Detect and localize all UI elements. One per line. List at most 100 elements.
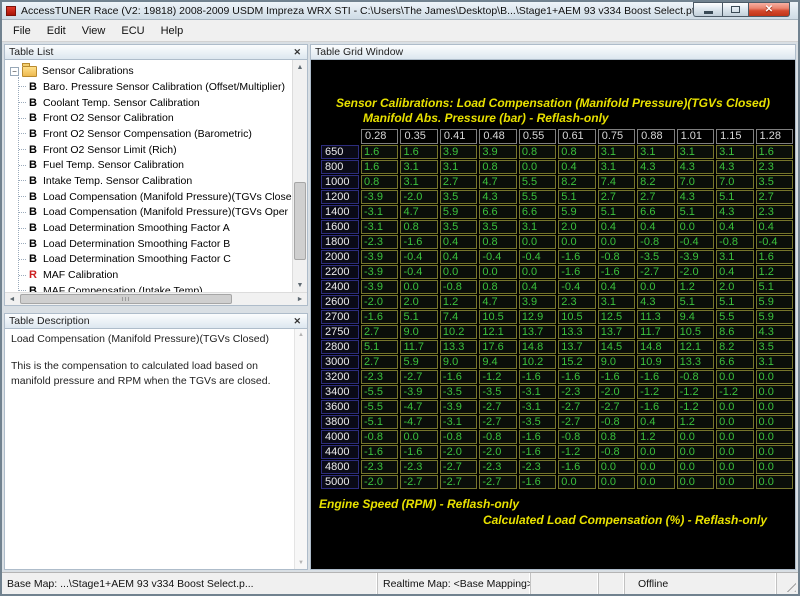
grid-row-header[interactable]: 3400: [321, 385, 359, 399]
grid-cell[interactable]: 3.1: [716, 250, 754, 264]
grid-cell[interactable]: 2.0: [400, 295, 438, 309]
scroll-left-icon[interactable]: ◄: [5, 293, 19, 305]
grid-cell[interactable]: 0.0: [558, 475, 596, 489]
grid-cell[interactable]: 3.5: [439, 190, 478, 204]
grid-cell[interactable]: -0.8: [361, 430, 399, 444]
grid-column-header[interactable]: 0.88: [637, 129, 675, 144]
grid-cell[interactable]: -1.6: [518, 430, 557, 444]
grid-cell[interactable]: -2.0: [479, 445, 517, 459]
grid-cell[interactable]: 3.1: [637, 145, 675, 159]
grid-cell[interactable]: -2.0: [439, 445, 478, 459]
grid-cell[interactable]: 12.1: [676, 340, 715, 354]
vertical-scroll-thumb[interactable]: [294, 182, 306, 260]
grid-cell[interactable]: 0.0: [716, 370, 754, 384]
grid-cell[interactable]: -3.1: [518, 385, 557, 399]
grid-cell[interactable]: 3.1: [597, 145, 636, 159]
grid-cell[interactable]: -0.8: [479, 430, 517, 444]
grid-cell[interactable]: 4.7: [479, 295, 517, 309]
grid-row-header[interactable]: 1200: [321, 190, 359, 204]
grid-cell[interactable]: -5.5: [361, 400, 399, 414]
grid-cell[interactable]: 4.7: [479, 175, 517, 189]
grid-cell[interactable]: 0.0: [716, 415, 754, 429]
grid-cell[interactable]: 0.0: [755, 475, 793, 489]
menu-item-view[interactable]: View: [74, 22, 114, 40]
grid-cell[interactable]: -1.6: [518, 370, 557, 384]
grid-cell[interactable]: 5.1: [716, 190, 754, 204]
grid-cell[interactable]: 3.5: [755, 175, 793, 189]
tree-item[interactable]: B MAF Compensation (Intake Temp): [14, 283, 292, 292]
grid-cell[interactable]: -2.3: [400, 460, 438, 474]
grid-cell[interactable]: 0.0: [716, 475, 754, 489]
grid-cell[interactable]: 0.0: [637, 475, 675, 489]
scroll-up-icon[interactable]: ▲: [295, 329, 307, 341]
grid-cell[interactable]: 6.6: [479, 205, 517, 219]
grid-cell[interactable]: 7.4: [597, 175, 636, 189]
tree-item[interactable]: B Load Determination Smoothing Factor B: [14, 236, 292, 252]
grid-cell[interactable]: -1.6: [518, 445, 557, 459]
grid-cell[interactable]: 3.1: [597, 160, 636, 174]
grid-cell[interactable]: 2.3: [755, 160, 793, 174]
grid-cell[interactable]: 10.2: [518, 355, 557, 369]
tree-item[interactable]: B Load Determination Smoothing Factor C: [14, 252, 292, 268]
grid-column-header[interactable]: 1.15: [716, 129, 754, 144]
grid-cell[interactable]: 0.8: [400, 220, 438, 234]
grid-cell[interactable]: -1.2: [479, 370, 517, 384]
grid-cell[interactable]: 7.0: [716, 175, 754, 189]
tree-vertical-scrollbar[interactable]: ▲ ▼: [292, 60, 307, 292]
grid-cell[interactable]: 4.3: [716, 160, 754, 174]
tree-horizontal-scrollbar[interactable]: ◄ ►: [5, 292, 307, 305]
grid-cell[interactable]: 9.0: [597, 355, 636, 369]
grid-cell[interactable]: 7.0: [676, 175, 715, 189]
grid-cell[interactable]: -2.7: [479, 415, 517, 429]
grid-cell[interactable]: -2.0: [361, 475, 399, 489]
restore-button[interactable]: [722, 2, 749, 17]
grid-cell[interactable]: -1.6: [637, 400, 675, 414]
grid-cell[interactable]: -3.9: [439, 400, 478, 414]
grid-cell[interactable]: -3.5: [637, 250, 675, 264]
grid-cell[interactable]: 4.7: [400, 205, 438, 219]
grid-cell[interactable]: 0.0: [518, 235, 557, 249]
grid-cell[interactable]: -1.6: [361, 310, 399, 324]
grid-cell[interactable]: 0.0: [716, 400, 754, 414]
grid-cell[interactable]: 2.0: [716, 280, 754, 294]
grid-cell[interactable]: -2.3: [558, 385, 596, 399]
grid-cell[interactable]: -3.9: [361, 280, 399, 294]
tree-item[interactable]: B Fuel Temp. Sensor Calibration: [14, 157, 292, 173]
grid-cell[interactable]: -0.8: [439, 280, 478, 294]
grid-cell[interactable]: 0.8: [479, 160, 517, 174]
grid-cell[interactable]: 0.0: [755, 370, 793, 384]
scroll-up-icon[interactable]: ▲: [293, 60, 307, 74]
grid-cell[interactable]: 0.8: [597, 430, 636, 444]
grid-cell[interactable]: 10.5: [479, 310, 517, 324]
grid-cell[interactable]: -5.5: [361, 385, 399, 399]
grid-cell[interactable]: 12.1: [479, 325, 517, 339]
grid-cell[interactable]: -0.4: [518, 250, 557, 264]
grid-cell[interactable]: 3.1: [716, 145, 754, 159]
minimize-button[interactable]: [693, 2, 722, 17]
grid-cell[interactable]: 9.0: [439, 355, 478, 369]
grid-row-header[interactable]: 2600: [321, 295, 359, 309]
grid-cell[interactable]: -2.0: [400, 190, 438, 204]
grid-row-header[interactable]: 2000: [321, 250, 359, 264]
grid-cell[interactable]: 0.0: [518, 160, 557, 174]
grid-cell[interactable]: -0.8: [597, 250, 636, 264]
grid-row-header[interactable]: 800: [321, 160, 359, 174]
grid-cell[interactable]: -0.8: [716, 235, 754, 249]
grid-cell[interactable]: 3.1: [597, 295, 636, 309]
grid-cell[interactable]: 3.1: [400, 175, 438, 189]
tree-item[interactable]: B Front O2 Sensor Limit (Rich): [14, 142, 292, 158]
grid-cell[interactable]: -1.6: [558, 370, 596, 384]
grid-cell[interactable]: 5.9: [439, 205, 478, 219]
grid-cell[interactable]: 10.9: [637, 355, 675, 369]
grid-cell[interactable]: 6.6: [716, 355, 754, 369]
grid-cell[interactable]: 0.4: [439, 235, 478, 249]
grid-column-header[interactable]: 0.41: [439, 129, 478, 144]
grid-cell[interactable]: 5.5: [518, 190, 557, 204]
grid-cell[interactable]: 0.0: [400, 430, 438, 444]
grid-cell[interactable]: -0.8: [676, 370, 715, 384]
grid-cell[interactable]: -2.7: [439, 460, 478, 474]
grid-cell[interactable]: 2.0: [558, 220, 596, 234]
grid-cell[interactable]: 1.6: [755, 250, 793, 264]
tree-item[interactable]: B Load Determination Smoothing Factor A: [14, 220, 292, 236]
grid-cell[interactable]: 3.1: [400, 160, 438, 174]
